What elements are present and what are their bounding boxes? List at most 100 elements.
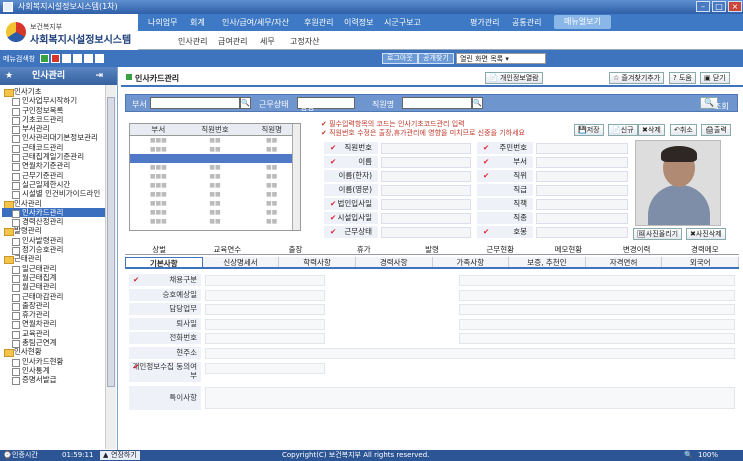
tree-item[interactable]: 인사업무시작하기 bbox=[2, 96, 105, 107]
grid-row-selected[interactable] bbox=[130, 154, 300, 163]
tab[interactable]: 경력메모 bbox=[671, 245, 739, 254]
tab[interactable]: 상벌 bbox=[125, 245, 193, 254]
tree-folder[interactable]: 인사기초 bbox=[2, 87, 105, 98]
close-page-button[interactable]: ▣ 닫기 bbox=[700, 72, 730, 84]
form-field[interactable] bbox=[536, 199, 628, 210]
cascade-icon[interactable] bbox=[84, 54, 93, 63]
grid-col-empno[interactable]: 직원번호 bbox=[187, 124, 244, 135]
tree-folder[interactable]: 발령관리 bbox=[2, 226, 105, 237]
form-field[interactable] bbox=[381, 213, 471, 224]
tree-folder[interactable]: 근태관리 bbox=[2, 254, 105, 265]
subnav-payroll[interactable]: 급여관리 bbox=[218, 36, 247, 47]
tree-item[interactable]: 근태마감관리 bbox=[2, 292, 105, 302]
tab[interactable]: 신상명세서 bbox=[202, 257, 280, 267]
detail-field[interactable] bbox=[205, 387, 735, 409]
tab[interactable]: 메모현황 bbox=[534, 245, 602, 254]
detail-field[interactable] bbox=[205, 275, 325, 286]
tile-icon[interactable] bbox=[73, 54, 82, 63]
detail-field[interactable] bbox=[205, 333, 325, 344]
tab[interactable]: 근무현황 bbox=[466, 245, 534, 254]
tab[interactable]: 보증, 추천인 bbox=[509, 257, 586, 267]
tree-item[interactable]: 근무기준관리 bbox=[2, 171, 105, 182]
form-field[interactable] bbox=[381, 185, 471, 196]
tab[interactable]: 출장 bbox=[261, 245, 329, 254]
name-search-icon[interactable]: 🔍 bbox=[472, 97, 483, 109]
scrollbar-thumb[interactable] bbox=[107, 97, 115, 387]
grid-row[interactable]: ■■■ ■■ ■■ bbox=[130, 190, 300, 199]
detail-field[interactable] bbox=[205, 363, 325, 374]
help-button[interactable]: ? 도움 bbox=[669, 72, 696, 84]
tab[interactable]: 경력사항 bbox=[355, 257, 433, 267]
home-icon[interactable] bbox=[40, 54, 49, 63]
status-select[interactable]: 정상 ▾ bbox=[297, 97, 355, 112]
tree-item[interactable]: 근태집계일기준관리 bbox=[2, 152, 105, 163]
grid-row[interactable]: ■■■ ■■ ■■ bbox=[130, 172, 300, 181]
tree-item[interactable]: 월근태집계 bbox=[2, 273, 105, 284]
zoom-level[interactable]: 100% bbox=[698, 450, 718, 461]
form-field[interactable] bbox=[381, 171, 471, 182]
tab[interactable]: 자격면허 bbox=[585, 257, 663, 267]
close-window-button[interactable]: × bbox=[728, 1, 742, 12]
grid-row[interactable]: ■■■ ■■ ■■ bbox=[130, 163, 300, 172]
subnav-hr-manage[interactable]: 인사관리 bbox=[178, 36, 207, 47]
grid-row[interactable]: ■■■ ■■ ■■ bbox=[130, 145, 300, 154]
grid-row[interactable]: ■■■ ■■ ■■ bbox=[130, 136, 300, 145]
logo[interactable]: 보건복지부 사회복지시설정보시스템 bbox=[6, 20, 146, 46]
zoom-icon[interactable]: 🔍 bbox=[684, 450, 693, 461]
nav-manual[interactable]: 매뉴얼보기 bbox=[554, 15, 611, 29]
tree-item[interactable]: 기초코드관리 bbox=[2, 115, 105, 126]
change-button[interactable]: 공개찾기 bbox=[418, 53, 454, 64]
grid-row[interactable]: ■■■ ■■ ■■ bbox=[130, 208, 300, 217]
nav-history[interactable]: 이력정보 bbox=[344, 17, 373, 28]
tab[interactable]: 학력사항 bbox=[279, 257, 356, 267]
dept-input[interactable] bbox=[150, 97, 240, 109]
grid-row[interactable]: ■■■ ■■ ■■ bbox=[130, 181, 300, 190]
nav-report[interactable]: 시군구보고 bbox=[384, 17, 421, 28]
save-button[interactable]: 💾저장 bbox=[574, 124, 604, 136]
tree-item[interactable]: 일근태관리 bbox=[2, 264, 105, 274]
tree-item[interactable]: 연월차관리 bbox=[2, 319, 105, 330]
form-field[interactable] bbox=[536, 213, 628, 224]
dept-search-icon[interactable]: 🔍 bbox=[240, 97, 251, 109]
tree-item[interactable]: 증명서발급 bbox=[2, 375, 105, 386]
grid-scrollbar[interactable] bbox=[292, 124, 300, 230]
form-field[interactable] bbox=[536, 157, 628, 168]
detail-field[interactable] bbox=[205, 348, 735, 359]
star-icon[interactable]: ★ bbox=[5, 67, 13, 85]
tree-item[interactable]: 월근태관리 bbox=[2, 282, 105, 293]
tree-item[interactable]: 인사카드현황 bbox=[2, 357, 105, 367]
detail-field[interactable] bbox=[459, 319, 735, 330]
subnav-tax[interactable]: 세무 bbox=[260, 36, 275, 47]
nav-hr[interactable]: 인사/급여/세무/자산 bbox=[222, 17, 289, 28]
search-button[interactable]: 🔍 조회 bbox=[700, 97, 729, 111]
tree-folder[interactable]: 인사관리 bbox=[2, 199, 105, 209]
grid-row[interactable]: ■■■ ■■ ■■ bbox=[130, 199, 300, 208]
tree-item[interactable]: 근태코드관리 bbox=[2, 143, 105, 154]
grid-col-dept[interactable]: 부서 bbox=[130, 124, 187, 135]
form-field[interactable] bbox=[536, 143, 628, 154]
name-input[interactable] bbox=[402, 97, 472, 109]
nav-accounting[interactable]: 회계 bbox=[190, 17, 205, 28]
tree-item[interactable]: 시설별 인건비가이드라인 bbox=[2, 189, 105, 200]
delete-button[interactable]: ✖삭제 bbox=[638, 124, 665, 136]
personal-info-button[interactable]: 📄 개인정보열람 bbox=[485, 72, 543, 84]
nav-common[interactable]: 공통관리 bbox=[512, 17, 541, 28]
tree-item[interactable]: 출장관리 bbox=[2, 301, 105, 312]
tree-item[interactable]: 인사발령관리 bbox=[2, 236, 105, 247]
form-field[interactable] bbox=[536, 171, 628, 182]
cancel-button[interactable]: ↶취소 bbox=[670, 124, 697, 136]
tree-folder[interactable]: 인사현황 bbox=[2, 347, 105, 358]
window-icon[interactable] bbox=[62, 54, 71, 63]
pin-icon[interactable]: ⇥ bbox=[95, 67, 103, 85]
subnav-assets[interactable]: 고정자산 bbox=[290, 36, 319, 47]
detail-field[interactable] bbox=[205, 319, 325, 330]
detail-field[interactable] bbox=[459, 290, 735, 301]
detail-field[interactable] bbox=[205, 290, 325, 301]
form-field[interactable] bbox=[381, 199, 471, 210]
nav-evaluation[interactable]: 평가관리 bbox=[470, 17, 499, 28]
detail-field[interactable] bbox=[459, 275, 735, 286]
add-favorite-button[interactable]: ☆ 즐겨찾기추가 bbox=[609, 72, 665, 84]
print-button[interactable]: 🖨출력 bbox=[701, 124, 731, 136]
new-button[interactable]: 📄신규 bbox=[608, 124, 638, 136]
form-field[interactable] bbox=[381, 143, 471, 154]
